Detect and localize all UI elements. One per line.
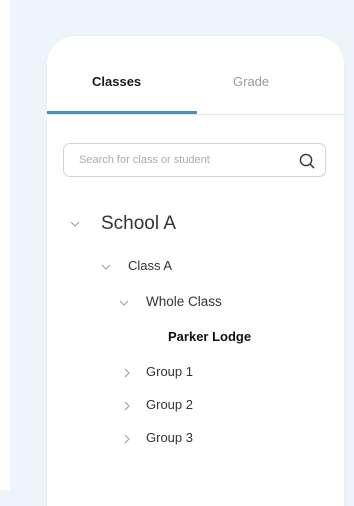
chevron-right-icon[interactable]	[122, 401, 132, 411]
search-box[interactable]	[63, 143, 326, 177]
search-icon[interactable]	[298, 152, 316, 170]
chevron-down-icon[interactable]	[119, 298, 129, 308]
chevron-right-icon[interactable]	[122, 434, 132, 444]
chevron-down-icon[interactable]	[70, 219, 80, 229]
tab-bar: Classes Grade	[47, 36, 344, 115]
tab-classes[interactable]: Classes	[92, 74, 141, 90]
tree-item-label: Group 3	[146, 430, 193, 445]
chevron-down-icon[interactable]	[101, 262, 111, 272]
left-panel-strip	[0, 0, 10, 490]
active-tab-indicator	[47, 111, 197, 114]
tree-item-label: Whole Class	[146, 294, 222, 309]
tree-item-label: Group 2	[146, 397, 193, 412]
tree-item-label: Group 1	[146, 364, 193, 379]
tree-item-label: Class A	[128, 258, 173, 273]
class-navigator-panel: Classes Grade School A Class A Whole Cla…	[47, 36, 344, 506]
chevron-right-icon[interactable]	[122, 368, 132, 378]
tab-grade[interactable]: Grade	[233, 74, 269, 90]
search-input[interactable]	[79, 151, 279, 169]
tree-item-label: School A	[101, 213, 176, 234]
student-name: Parker Lodge	[168, 329, 252, 344]
